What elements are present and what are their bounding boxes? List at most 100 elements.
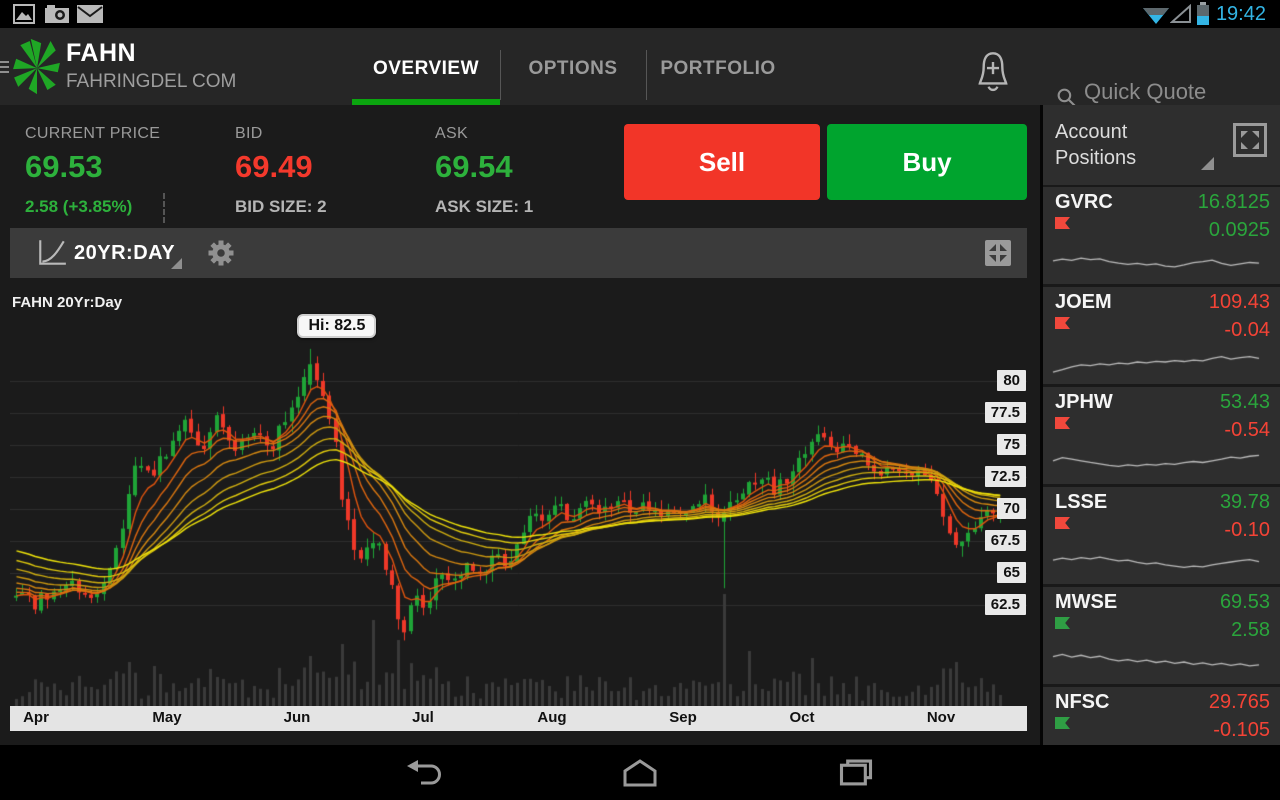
tab-overview[interactable]: OVERVIEW	[352, 28, 500, 105]
y-axis-price-label: 72.5	[984, 465, 1026, 487]
collapse-chart-icon[interactable]	[985, 240, 1011, 266]
y-axis-price-label: 65	[997, 561, 1026, 583]
app-ticker: FAHN	[66, 39, 137, 67]
x-axis-month-label: Jun	[283, 709, 311, 726]
tab-divider	[646, 50, 647, 100]
position-change: 0.0925	[1208, 219, 1270, 241]
tab-options[interactable]: OPTIONS	[500, 28, 646, 105]
x-axis-month-label: Nov	[926, 709, 956, 726]
quote-divider	[163, 193, 165, 223]
mail-icon	[77, 5, 103, 23]
position-price: 109.43	[1208, 291, 1270, 313]
y-axis-price-label: 77.5	[984, 401, 1026, 423]
chart-area[interactable]: FAHN 20Yr:Day Hi: 82.5 Apr May Jun Jul Aug Se…	[10, 290, 1027, 731]
home-icon[interactable]	[621, 758, 659, 788]
buy-button[interactable]: Buy	[827, 124, 1027, 200]
x-axis-month-label: Jul	[412, 709, 434, 726]
position-sparkline	[1051, 247, 1263, 277]
bid-value: 69.49	[235, 149, 313, 184]
y-axis-price-label: 70	[997, 497, 1026, 519]
position-sparkline	[1051, 347, 1263, 377]
chart-title: FAHN 20Yr:Day	[12, 294, 123, 311]
position-sparkline	[1051, 447, 1263, 477]
trading-app-screen: 19:42 FAHN FAHRINGDEL COM OVERVIEW OPTIO…	[0, 0, 1280, 800]
ask-value: 69.54	[435, 149, 513, 184]
position-change: 2.58	[1231, 619, 1270, 641]
battery-icon	[1197, 2, 1209, 25]
ask-block: ASK 69.54 ASK SIZE: 1	[435, 125, 533, 217]
current-price-value: 69.53	[25, 149, 103, 184]
bid-label: BID	[235, 125, 263, 142]
position-sparkline	[1051, 547, 1263, 577]
flag-icon	[1055, 517, 1070, 529]
flag-icon	[1055, 617, 1070, 629]
wifi-icon	[1143, 8, 1169, 24]
gallery-icon	[13, 4, 35, 24]
tab-portfolio[interactable]: PORTFOLIO	[646, 28, 790, 105]
signal-icon	[1170, 4, 1191, 23]
camera-icon	[45, 5, 69, 23]
flag-icon	[1055, 217, 1070, 229]
y-axis-price-label: 67.5	[984, 529, 1026, 551]
position-row-joem[interactable]: JOEM 109.43 -0.04	[1043, 287, 1280, 387]
positions-title: Account Positions	[1055, 121, 1137, 169]
x-axis-month-label: May	[152, 709, 182, 726]
sell-button[interactable]: Sell	[624, 124, 820, 200]
position-row-gvrc[interactable]: GVRC 16.8125 0.0925	[1043, 187, 1280, 287]
flag-icon	[1055, 317, 1070, 329]
position-change: -0.54	[1224, 419, 1270, 441]
x-axis-month-label: Sep	[669, 709, 697, 726]
android-nav-bar	[0, 745, 1280, 800]
position-price: 29.765	[1208, 691, 1270, 713]
y-axis-price-label: 62.5	[984, 593, 1026, 615]
ask-size: ASK SIZE: 1	[435, 197, 534, 216]
x-axis-month-label: Oct	[789, 709, 815, 726]
chart-range-label: 20YR:DAY	[74, 242, 176, 264]
main-panel: CURRENT PRICE 69.53 2.58 (+3.85%) BID 69…	[0, 105, 1040, 745]
position-row-nfsc[interactable]: NFSC 29.765 -0.105	[1043, 687, 1280, 745]
bid-block: BID 69.49 BID SIZE: 2	[235, 125, 327, 217]
expand-icon[interactable]	[1233, 123, 1267, 157]
price-chart-canvas	[10, 290, 1027, 706]
positions-header[interactable]: Account Positions	[1043, 105, 1280, 187]
position-symbol: JOEM	[1055, 291, 1112, 313]
gear-icon[interactable]	[206, 238, 236, 268]
search-input[interactable]	[1082, 78, 1266, 106]
back-icon[interactable]	[404, 758, 446, 788]
position-row-jphw[interactable]: JPHW 53.43 -0.54	[1043, 387, 1280, 487]
y-axis-price-label: 80	[997, 369, 1026, 391]
app-company: FAHRINGDEL COM	[66, 71, 237, 92]
recents-icon[interactable]	[838, 758, 874, 787]
ask-label: ASK	[435, 125, 468, 142]
position-symbol: NFSC	[1055, 691, 1110, 713]
position-row-mwse[interactable]: MWSE 69.53 2.58	[1043, 587, 1280, 687]
position-price: 16.8125	[1197, 191, 1270, 213]
chevron-down-icon	[171, 258, 182, 269]
position-price: 69.53	[1219, 591, 1270, 613]
position-change: -0.105	[1213, 719, 1270, 741]
position-symbol: MWSE	[1055, 591, 1118, 613]
app-title-block: FAHN FAHRINGDEL COM	[66, 39, 237, 92]
chart-toolbar: 20YR:DAY	[10, 228, 1027, 278]
position-symbol: LSSE	[1055, 491, 1108, 513]
positions-list: GVRC 16.8125 0.0925 JOEM 109.43 -0.04 JPHW 53.4…	[1043, 187, 1280, 745]
x-axis-month-label: Apr	[23, 709, 49, 726]
position-change: -0.10	[1224, 519, 1270, 541]
x-axis-month-label: Aug	[537, 709, 567, 726]
position-change: -0.04	[1224, 319, 1270, 341]
current-price-block: CURRENT PRICE 69.53 2.58 (+3.85%)	[25, 125, 160, 217]
current-price-label: CURRENT PRICE	[25, 125, 161, 142]
status-bar: 19:42	[0, 0, 1280, 28]
position-row-lsse[interactable]: LSSE 39.78 -0.10	[1043, 487, 1280, 587]
position-symbol: GVRC	[1055, 191, 1113, 213]
position-sparkline	[1051, 647, 1263, 677]
app-header: FAHN FAHRINGDEL COM OVERVIEW OPTIONS POR…	[0, 28, 1280, 122]
current-price-change: 2.58 (+3.85%)	[25, 197, 133, 216]
add-alert-bell-icon[interactable]	[973, 50, 1013, 96]
x-axis-strip: Apr May Jun Jul Aug Sep Oct Nov	[10, 706, 1027, 731]
account-positions-sidebar: Account Positions GVRC 16.8125 0.0925 JOEM 1…	[1040, 105, 1280, 745]
drawer-handle-icon[interactable]	[0, 61, 10, 76]
y-axis-price-label: 75	[997, 433, 1026, 455]
flag-icon	[1055, 717, 1070, 729]
chart-range-selector[interactable]: 20YR:DAY	[20, 228, 190, 278]
